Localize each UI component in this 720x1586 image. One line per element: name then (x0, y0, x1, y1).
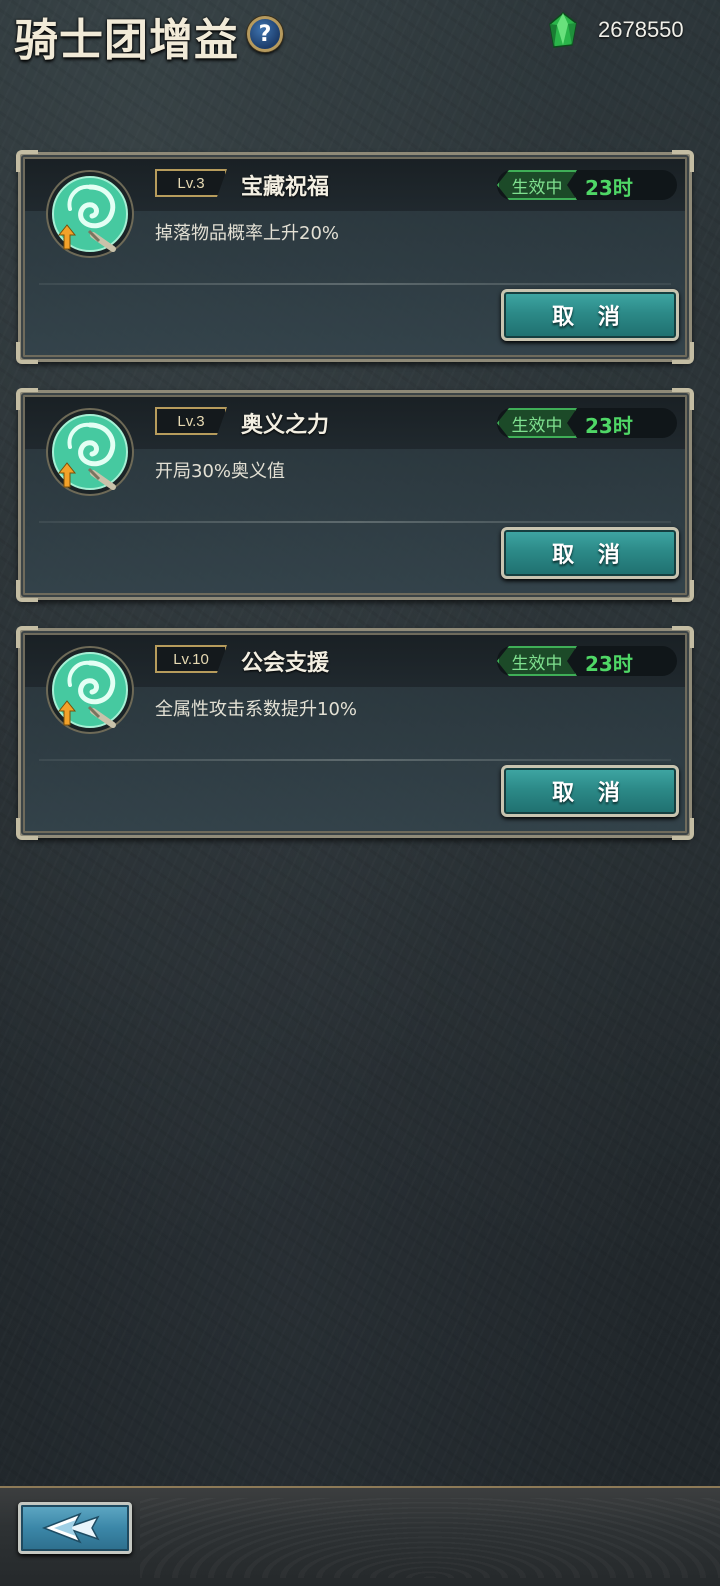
guild-buff-swirl-icon (46, 170, 134, 258)
duration-text: 23时 (585, 652, 633, 676)
footer-ornament (140, 1498, 720, 1578)
buff-list: Lv.3 宝藏祝福 生效中 23时 掉落物品概率上升20% 取 消 Lv.3 奥… (16, 150, 694, 866)
cancel-button[interactable]: 取 消 (501, 289, 679, 341)
green-gem-icon (549, 12, 577, 48)
divider (39, 759, 671, 761)
help-button[interactable]: ? (247, 16, 283, 52)
header: 骑士团增益 ? 2678550 (0, 0, 720, 80)
cancel-button[interactable]: 取 消 (501, 765, 679, 817)
guild-buff-swirl-icon (46, 408, 134, 496)
buff-card: Lv.3 宝藏祝福 生效中 23时 掉落物品概率上升20% 取 消 (16, 150, 694, 364)
buff-name: 公会支援 (241, 651, 330, 676)
level-badge: Lv.3 (155, 407, 227, 435)
page-title: 骑士团增益 (14, 15, 239, 66)
cancel-button[interactable]: 取 消 (501, 527, 679, 579)
currency-value: 2678550 (598, 17, 684, 42)
buff-card: Lv.3 奥义之力 生效中 23时 开局30%奥义值 取 消 (16, 388, 694, 602)
frame-corner (16, 342, 38, 364)
buff-description: 全属性攻击系数提升10% (155, 699, 358, 720)
status-badge: 生效中 (497, 646, 577, 676)
buff-card: Lv.10 公会支援 生效中 23时 全属性攻击系数提升10% 取 消 (16, 626, 694, 840)
status-pill: 生效中 23时 (497, 170, 677, 200)
frame-corner (16, 818, 38, 840)
back-button[interactable] (18, 1502, 132, 1554)
status-pill: 生效中 23时 (497, 408, 677, 438)
buff-name: 宝藏祝福 (241, 175, 330, 200)
frame-corner (672, 818, 694, 840)
divider (39, 521, 671, 523)
frame-corner (672, 580, 694, 602)
frame-corner (16, 580, 38, 602)
level-badge: Lv.3 (155, 169, 227, 197)
buff-description: 掉落物品概率上升20% (155, 223, 340, 244)
frame-corner (672, 342, 694, 364)
level-badge: Lv.10 (155, 645, 227, 673)
guild-buff-swirl-icon (46, 646, 134, 734)
status-badge: 生效中 (497, 408, 577, 438)
status-badge: 生效中 (497, 170, 577, 200)
divider (39, 283, 671, 285)
duration-text: 23时 (585, 414, 633, 438)
buff-description: 开局30%奥义值 (155, 461, 286, 482)
status-pill: 生效中 23时 (497, 646, 677, 676)
duration-text: 23时 (585, 176, 633, 200)
buff-name: 奥义之力 (241, 413, 330, 438)
back-arrow-icon (41, 1512, 100, 1544)
